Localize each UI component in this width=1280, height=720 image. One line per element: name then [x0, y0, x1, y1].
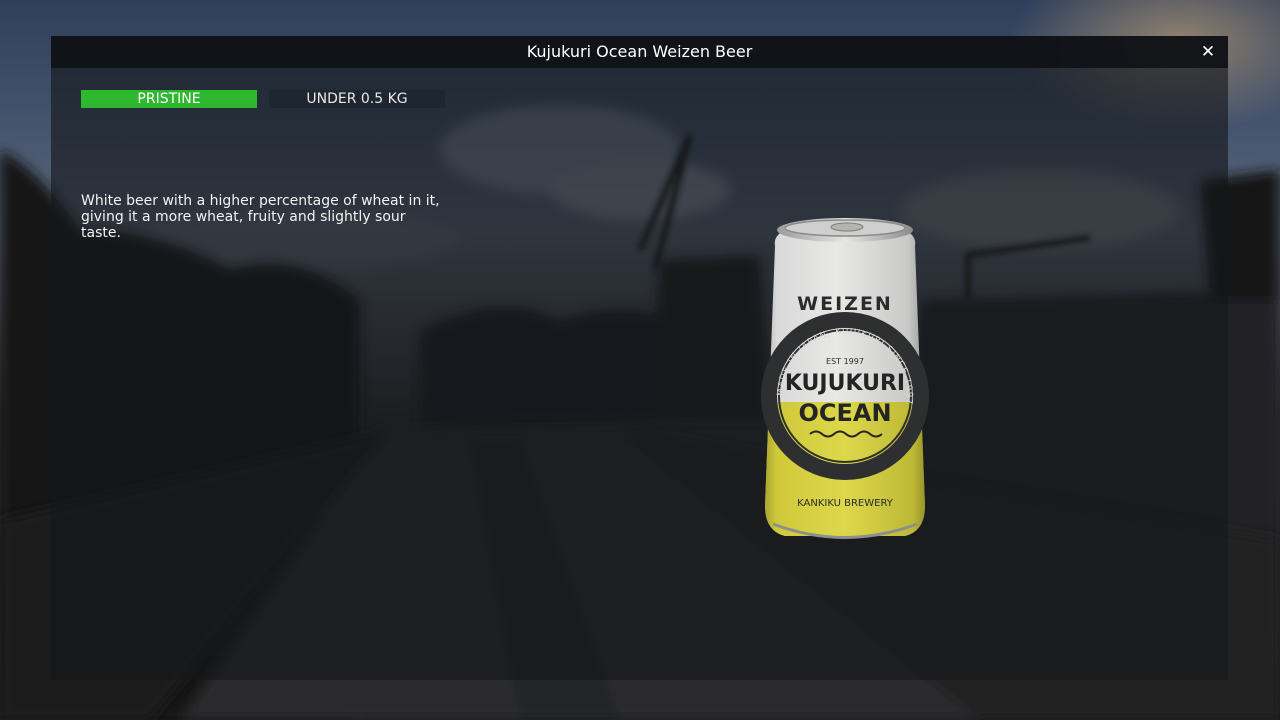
can-style-label: WEIZEN: [797, 293, 893, 315]
can-est-text: EST 1997: [826, 357, 864, 366]
game-scene-background: Kujukuri Ocean Weizen Beer ✕ PRISTINE UN…: [0, 0, 1280, 720]
weight-badge: UNDER 0.5 KG: [269, 90, 445, 108]
close-icon[interactable]: ✕: [1196, 40, 1220, 64]
can-brand-line1: KUJUKURI: [785, 371, 905, 396]
condition-badge: PRISTINE: [81, 90, 257, 108]
can-brand-line2: OCEAN: [798, 399, 891, 427]
window-title: Kujukuri Ocean Weizen Beer: [526, 42, 753, 61]
window-title-bar: Kujukuri Ocean Weizen Beer ✕: [51, 36, 1228, 68]
beer-can-image: WEIZEN MADE IN JAPAN, KUJUKURI SINCE 199…: [761, 218, 929, 539]
item-description: White beer with a higher percentage of w…: [81, 193, 440, 241]
item-inspect-window: Kujukuri Ocean Weizen Beer ✕ PRISTINE UN…: [51, 36, 1228, 680]
can-brewery-text: KANKIKU BREWERY: [797, 498, 894, 509]
